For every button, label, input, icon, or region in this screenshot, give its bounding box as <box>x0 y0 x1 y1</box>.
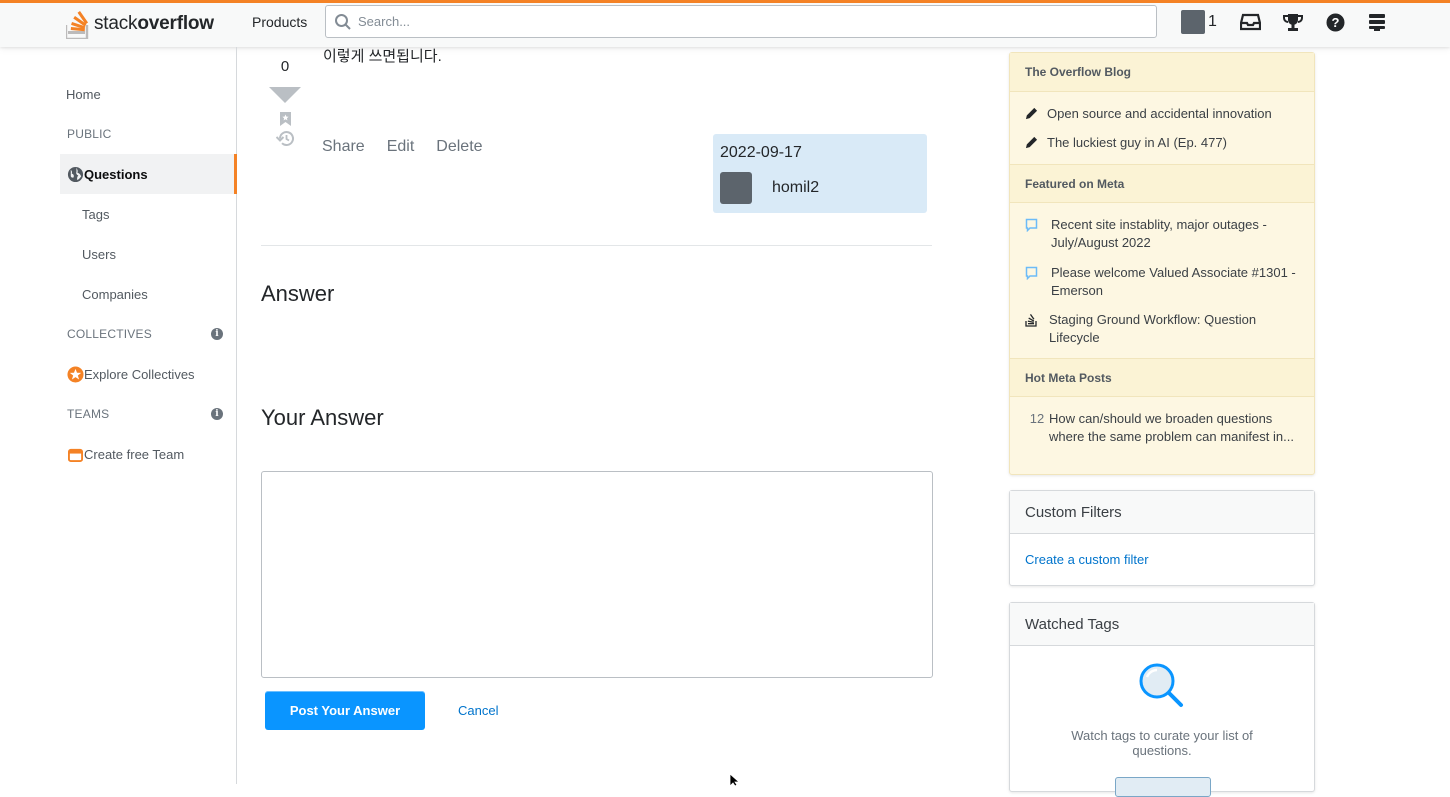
featured-item-title: Please welcome Valued Associate #1301 - … <box>1051 265 1296 298</box>
vote-count: 0 <box>280 58 290 75</box>
owner-name-link[interactable]: homil2 <box>772 179 819 197</box>
edit-link[interactable]: Edit <box>387 138 415 156</box>
watched-tags-widget: Watched Tags Watch tags to curate your l… <box>1009 602 1315 797</box>
create-custom-filter-link[interactable]: Create a custom filter <box>1025 552 1149 567</box>
blog-item-title: The luckiest guy in AI (Ep. 477) <box>1047 135 1227 150</box>
briefcase-icon <box>66 445 84 463</box>
sidebar-item-home[interactable]: Home <box>60 74 237 114</box>
collectives-star-icon <box>66 365 84 383</box>
bookmark-icon[interactable] <box>280 112 291 126</box>
sidebar-section-teams: TEAMS i <box>60 394 237 434</box>
hot-meta-count: 12 <box>1029 411 1045 426</box>
help-icon[interactable]: ? <box>1324 11 1346 33</box>
sidebar-section-collectives: COLLECTIVES i <box>60 314 237 354</box>
post-body: 이렇게 쓰면됩니다. <box>323 48 442 65</box>
sidebar-item-users[interactable]: Users <box>60 234 237 274</box>
your-answer-heading: Your Answer <box>261 405 384 430</box>
sidebar-item-companies[interactable]: Companies <box>60 274 237 314</box>
post-menu: Share Edit Delete <box>322 138 483 156</box>
site-switcher-icon[interactable] <box>1366 11 1388 33</box>
post-owner-card: 2022-09-17 homil2 <box>713 134 927 213</box>
custom-filters-widget: Custom Filters Create a custom filter <box>1009 490 1315 586</box>
featured-item[interactable]: Please welcome Valued Associate #1301 - … <box>1025 264 1305 299</box>
reputation-count[interactable]: 1 <box>1208 13 1217 31</box>
share-link[interactable]: Share <box>322 138 365 156</box>
mouse-cursor-icon <box>729 774 741 786</box>
globe-icon <box>66 165 84 183</box>
answers-heading: Answer <box>261 281 335 306</box>
watched-tags-description: Watch tags to curate your list of questi… <box>1071 728 1253 758</box>
comment-icon <box>1025 216 1051 251</box>
stackoverflow-logo-icon <box>66 11 89 39</box>
search-input[interactable] <box>358 14 1138 29</box>
post-answer-button[interactable]: Post Your Answer <box>265 691 425 730</box>
teams-info-icon[interactable]: i <box>211 408 223 420</box>
magnifier-icon <box>1139 663 1183 707</box>
search-box[interactable] <box>325 5 1157 38</box>
sidebar-item-create-team[interactable]: Create free Team <box>60 434 237 474</box>
hot-meta-title: How can/should we broaden questions wher… <box>1049 411 1294 444</box>
blog-item-title: Open source and accidental innovation <box>1047 106 1272 121</box>
downvote-arrow-icon[interactable] <box>269 87 301 103</box>
inbox-icon[interactable] <box>1239 11 1261 33</box>
owner-avatar[interactable] <box>720 172 752 204</box>
featured-item-title: Staging Ground Workflow: Question Lifecy… <box>1049 312 1257 345</box>
hot-meta-item[interactable]: 12 How can/should we broaden questions w… <box>1025 410 1305 445</box>
questions-label: Questions <box>84 166 148 182</box>
post-date: 2022-09-17 <box>720 144 802 161</box>
achievements-trophy-icon[interactable] <box>1282 11 1304 33</box>
search-icon <box>335 13 351 30</box>
overflow-blog-widget: The Overflow Blog Open source and accide… <box>1009 52 1315 475</box>
comment-icon <box>1025 264 1051 299</box>
sidebar-item-explore-collectives[interactable]: Explore Collectives <box>60 354 237 394</box>
explore-collectives-label: Explore Collectives <box>84 366 195 382</box>
cancel-link[interactable]: Cancel <box>458 703 498 718</box>
user-avatar[interactable] <box>1181 10 1205 34</box>
top-bar: stackoverflow Products 1 ? <box>0 0 1450 47</box>
featured-item-title: Recent site instablity, major outages - … <box>1051 217 1267 250</box>
svg-text:?: ? <box>1331 15 1339 30</box>
featured-item[interactable]: Recent site instablity, major outages - … <box>1025 216 1305 251</box>
blog-item[interactable]: Open source and accidental innovation <box>1025 105 1305 123</box>
left-sidebar: Home PUBLIC Questions Tags Users Compani… <box>0 47 237 784</box>
sidebar-item-questions[interactable]: Questions <box>60 154 237 194</box>
create-team-label: Create free Team <box>84 446 185 462</box>
pencil-icon <box>1025 105 1047 123</box>
watch-tag-button[interactable] <box>1115 777 1211 797</box>
sidebar-item-tags[interactable]: Tags <box>60 194 237 234</box>
products-menu-button[interactable]: Products <box>243 11 316 33</box>
answer-editor[interactable] <box>261 471 933 678</box>
stackoverflow-logo[interactable]: stackoverflow <box>66 6 214 42</box>
hot-meta-heading: Hot Meta Posts <box>1010 358 1314 397</box>
featured-meta-heading: Featured on Meta <box>1010 164 1314 203</box>
stackoverflow-small-icon <box>1025 311 1049 346</box>
sidebar-section-public: PUBLIC <box>60 114 237 154</box>
pencil-icon <box>1025 134 1047 152</box>
logo-text: stackoverflow <box>94 13 214 34</box>
teams-section-label: TEAMS <box>67 407 110 421</box>
collectives-section-label: COLLECTIVES <box>67 327 152 341</box>
history-icon[interactable] <box>276 130 295 147</box>
featured-item[interactable]: Staging Ground Workflow: Question Lifecy… <box>1025 311 1305 346</box>
custom-filters-heading: Custom Filters <box>1010 491 1314 534</box>
public-section-label: PUBLIC <box>67 127 112 141</box>
blog-heading: The Overflow Blog <box>1010 53 1314 92</box>
delete-link[interactable]: Delete <box>436 138 482 156</box>
watched-tags-heading: Watched Tags <box>1010 603 1314 646</box>
blog-item[interactable]: The luckiest guy in AI (Ep. 477) <box>1025 134 1305 152</box>
collectives-info-icon[interactable]: i <box>211 328 223 340</box>
post-divider <box>261 245 932 246</box>
